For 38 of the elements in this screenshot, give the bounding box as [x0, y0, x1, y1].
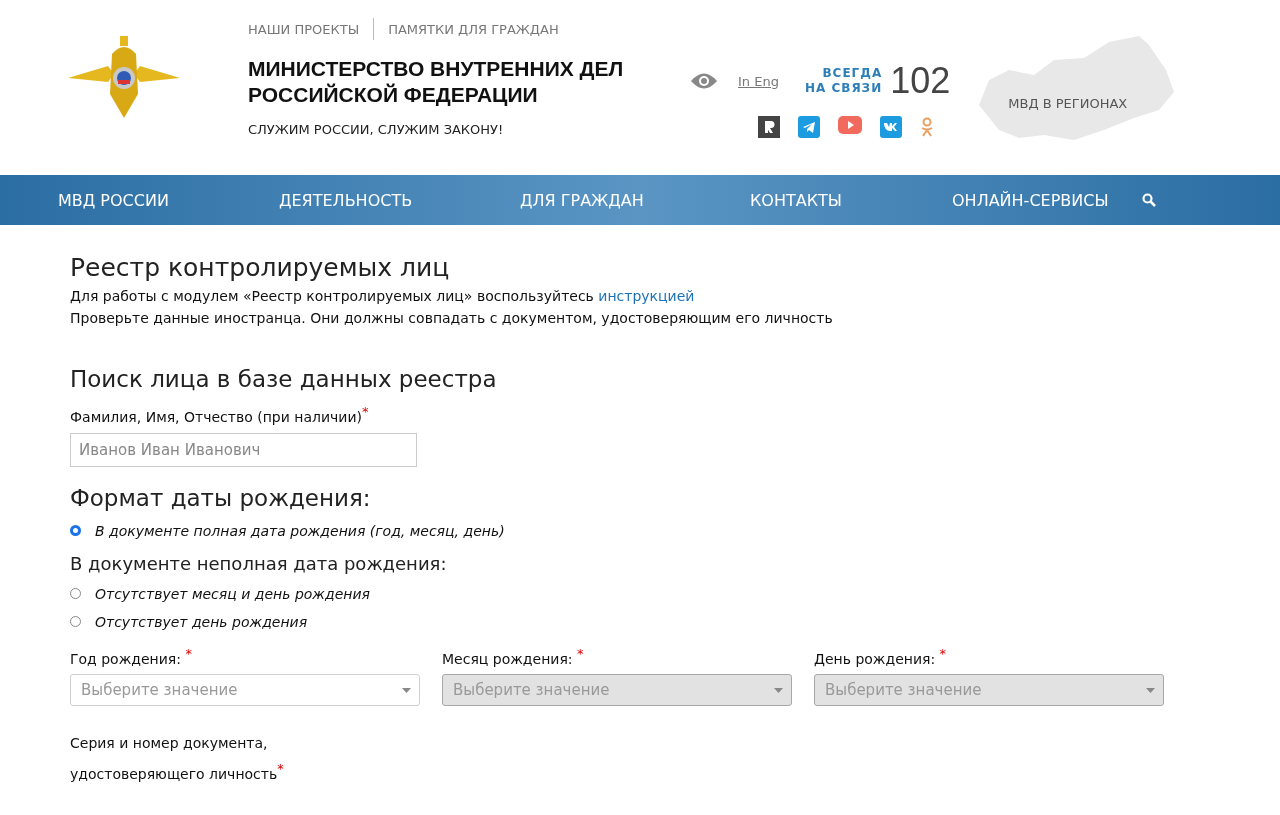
caret-icon — [402, 687, 411, 693]
select-field[interactable]: Выберите значение — [70, 674, 420, 707]
top-link[interactable]: НАШИ ПРОЕКТЫ — [248, 21, 360, 37]
hotline-label: НА СВЯЗИ — [804, 81, 883, 96]
caret-icon — [1146, 687, 1155, 693]
intro-text: Для работы с модулем «Реестр контролируемых лиц» воспользуйтесь инструкцией — [70, 288, 696, 304]
section-title: Формат даты рождения: — [70, 484, 372, 511]
nav-item[interactable]: ДЛЯ ГРАЖДАН — [520, 190, 750, 210]
hotline-number: 102 — [890, 60, 951, 102]
ministry-title: МИНИСТЕРСТВО ВНУТРЕННИХ ДЕЛ РОССИЙСКОЙ ФЕДЕРАЦИИ — [248, 56, 625, 108]
nav-item[interactable]: МВД РОССИИ — [58, 190, 279, 210]
regions-link[interactable]: МВД В РЕГИОНАХ — [1008, 96, 1128, 111]
radio-label[interactable]: В документе полная дата рождения (год, месяц, день) — [95, 522, 505, 539]
radio-label[interactable]: Отсутствует день рождения — [95, 613, 308, 630]
rutube-icon[interactable] — [758, 116, 780, 138]
nav-item[interactable]: ОНЛАЙН-СЕРВИСЫ — [952, 190, 1142, 210]
telegram-icon[interactable] — [798, 116, 820, 138]
nav-item[interactable]: ДЕЯТЕЛЬНОСТЬ — [279, 190, 520, 210]
nav-item[interactable]: КОНТАКТЫ — [750, 190, 952, 210]
name-input-field[interactable]: Иванов Иван Иванович — [70, 432, 417, 467]
page-title: Реестр контролируемых лиц — [70, 253, 451, 282]
top-link[interactable]: ПАМЯТКИ ДЛЯ ГРАЖДАН — [388, 21, 559, 37]
language-link[interactable]: In Eng — [738, 73, 779, 89]
caret-icon — [774, 687, 783, 693]
eye-icon[interactable] — [690, 72, 718, 90]
youtube-icon[interactable] — [838, 116, 862, 134]
field-label: Серия и номер документа, — [70, 734, 269, 754]
odnoklassniki-icon[interactable] — [920, 116, 934, 138]
search-icon[interactable] — [1142, 193, 1156, 207]
vk-icon[interactable] — [880, 116, 902, 138]
hotline-label: ВСЕГДА — [822, 66, 883, 81]
radio-button[interactable] — [70, 525, 81, 537]
section-title: Поиск лица в базе данных реестра — [70, 366, 498, 392]
instruction-link[interactable]: инструкцией — [598, 288, 695, 304]
slogan: СЛУЖИМ РОССИИ, СЛУЖИМ ЗАКОНУ! — [248, 122, 505, 137]
note-text: Проверьте данные иностранца. Они должны совпадать с документом, удостоверяющим его личность — [70, 310, 834, 326]
subheading: В документе неполная дата рождения: — [70, 552, 448, 574]
radio-label[interactable]: Отсутствует месяц и день рождения — [95, 585, 370, 602]
